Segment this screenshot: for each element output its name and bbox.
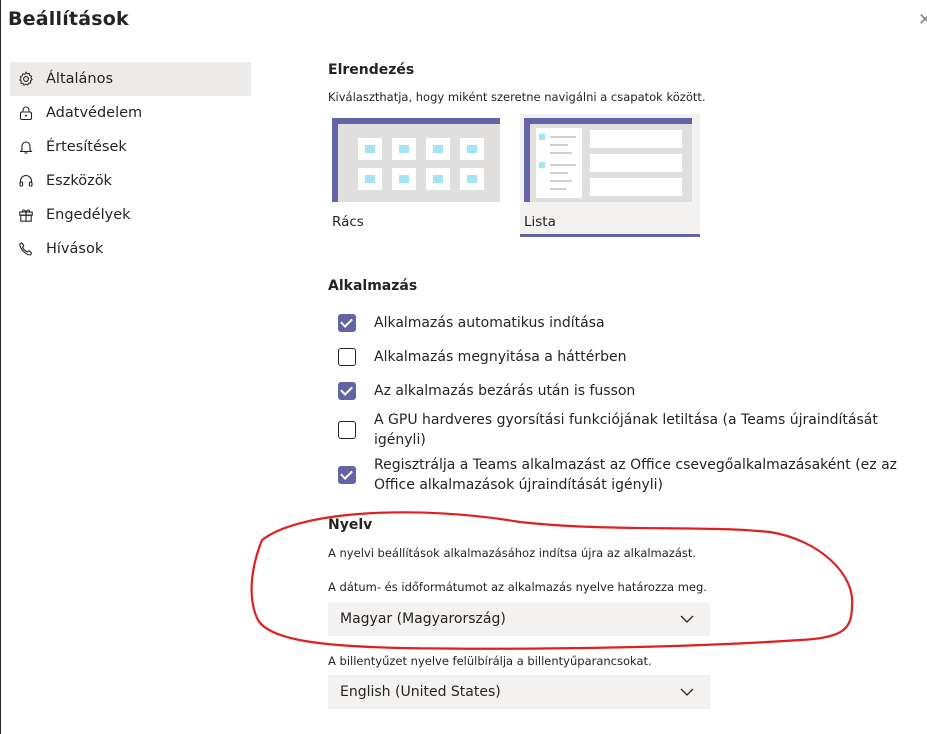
- layout-section-description: Kiválaszthatja, hogy miként szeretne nav…: [328, 90, 706, 104]
- layout-section-title: Elrendezés: [328, 62, 415, 78]
- dialog-title: Beállítások: [8, 8, 129, 30]
- sidebar-item-label: Hívások: [46, 241, 104, 257]
- app-language-value: Magyar (Magyarország): [340, 611, 506, 627]
- checkbox-keep-running[interactable]: Az alkalmazás bezárás után is fusson: [338, 381, 635, 401]
- checkbox[interactable]: [338, 314, 356, 332]
- checkbox[interactable]: [338, 382, 356, 400]
- sidebar-item-label: Értesítések: [46, 139, 127, 155]
- list-preview: [524, 118, 692, 202]
- keyboard-language-note: A billentyűzet nyelve felülbírálja a bil…: [328, 654, 652, 668]
- sidebar-item-label: Általános: [46, 71, 114, 87]
- language-date-format-note: A dátum- és időformátumot az alkalmazás …: [328, 580, 707, 594]
- layout-option-list[interactable]: Lista: [520, 114, 700, 237]
- sidebar-item-notifications[interactable]: Értesítések: [10, 130, 251, 164]
- checkbox-label: A GPU hardveres gyorsítási funkciójának …: [374, 412, 878, 448]
- layout-option-grid[interactable]: Rács: [328, 114, 508, 234]
- window-border: [0, 0, 1, 734]
- bell-icon: [18, 139, 34, 155]
- checkbox-register-office-chat[interactable]: Regisztrálja a Teams alkalmazást az Offi…: [338, 455, 897, 495]
- checkbox-auto-start[interactable]: Alkalmazás automatikus indítása: [338, 313, 605, 333]
- sidebar-item-calls[interactable]: Hívások: [10, 232, 251, 266]
- sidebar-item-label: Eszközök: [46, 173, 112, 189]
- settings-sidebar: Általános Adatvédelem Értesítések Eszköz…: [10, 62, 251, 266]
- sidebar-item-privacy[interactable]: Adatvédelem: [10, 96, 251, 130]
- phone-icon: [18, 241, 34, 257]
- checkbox-label: Regisztrálja a Teams alkalmazást az Offi…: [374, 457, 898, 493]
- keyboard-language-value: English (United States): [340, 684, 501, 700]
- sidebar-item-label: Engedélyek: [46, 207, 131, 223]
- keyboard-language-dropdown[interactable]: English (United States): [328, 675, 710, 709]
- gift-icon: [18, 207, 34, 223]
- app-section-title: Alkalmazás: [328, 278, 418, 294]
- checkbox-label: Alkalmazás automatikus indítása: [374, 315, 605, 331]
- lock-icon: [18, 105, 34, 121]
- checkbox-open-background[interactable]: Alkalmazás megnyitása a háttérben: [338, 347, 626, 367]
- layout-option-label: Rács: [332, 214, 364, 230]
- sidebar-item-devices[interactable]: Eszközök: [10, 164, 251, 198]
- checkbox-label: Alkalmazás megnyitása a háttérben: [374, 349, 627, 365]
- close-icon[interactable]: ✕: [918, 10, 927, 30]
- chevron-down-icon: [680, 615, 694, 623]
- checkbox-disable-gpu[interactable]: A GPU hardveres gyorsítási funkciójának …: [338, 410, 878, 450]
- checkbox-label: Az alkalmazás bezárás után is fusson: [374, 383, 636, 399]
- gear-icon: [18, 71, 34, 87]
- chevron-down-icon: [680, 688, 694, 696]
- sidebar-item-label: Adatvédelem: [46, 105, 143, 121]
- layout-option-label: Lista: [524, 214, 556, 230]
- language-section-title: Nyelv: [328, 517, 373, 533]
- checkbox[interactable]: [338, 421, 356, 439]
- app-language-dropdown[interactable]: Magyar (Magyarország): [328, 602, 710, 636]
- grid-preview: [332, 118, 500, 202]
- headset-icon: [18, 173, 34, 189]
- checkbox[interactable]: [338, 348, 356, 366]
- sidebar-item-permissions[interactable]: Engedélyek: [10, 198, 251, 232]
- checkbox[interactable]: [338, 466, 356, 484]
- sidebar-item-general[interactable]: Általános: [10, 62, 251, 96]
- language-restart-note: A nyelvi beállítások alkalmazásához indí…: [328, 546, 697, 560]
